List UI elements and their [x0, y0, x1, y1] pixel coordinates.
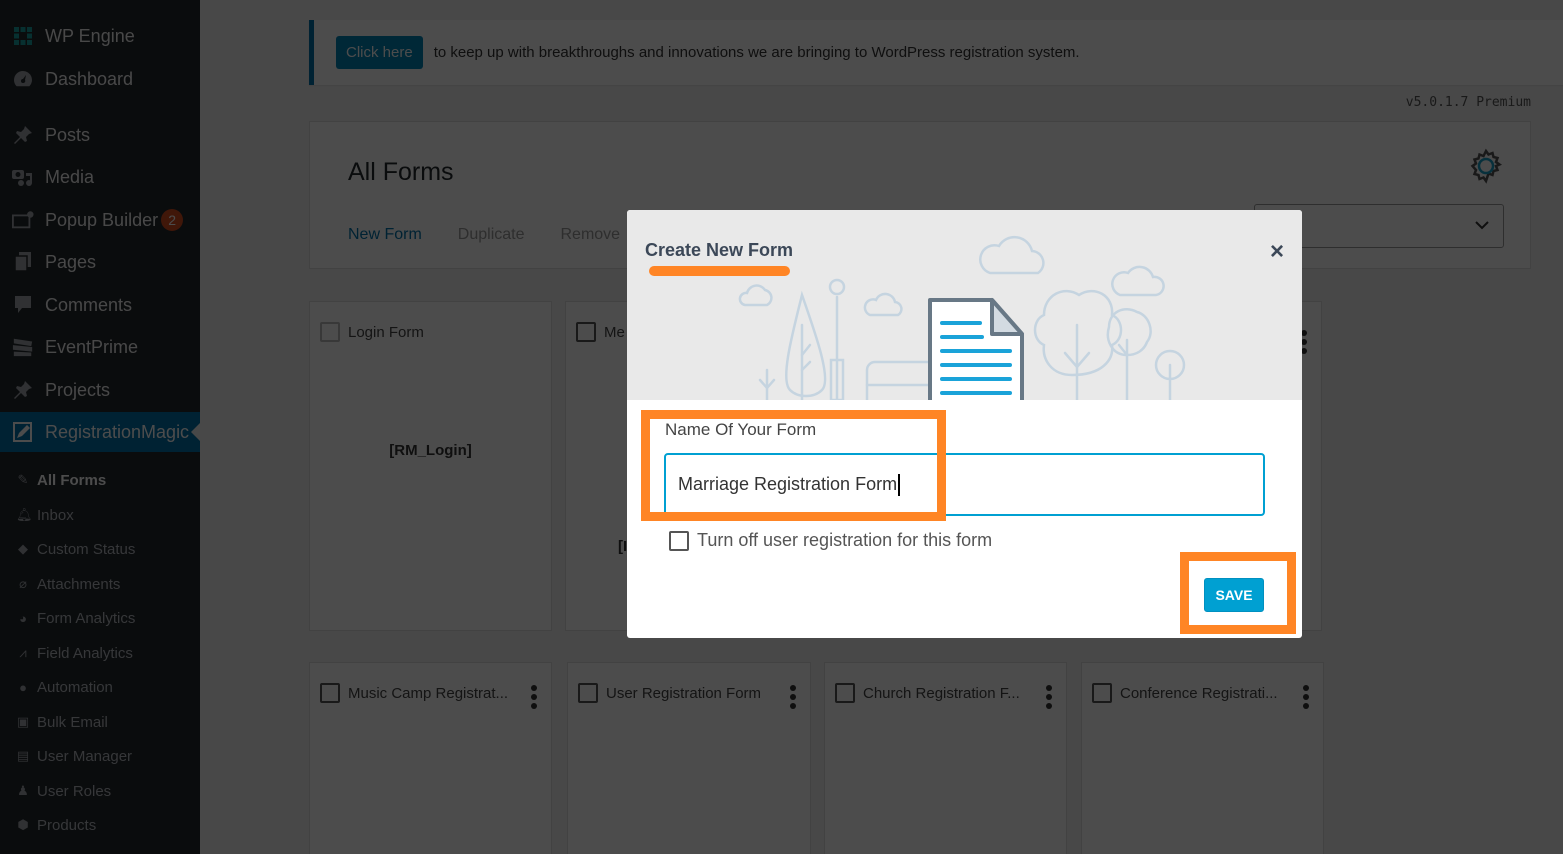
highlight-box-form-name [641, 410, 946, 521]
turn-off-registration-checkbox[interactable] [669, 530, 689, 551]
close-icon[interactable]: × [1270, 238, 1284, 266]
turn-off-registration-option[interactable]: Turn off user registration for this form [669, 530, 992, 551]
modal-header: Create New Form × [627, 210, 1302, 400]
turn-off-registration-label: Turn off user registration for this form [697, 530, 993, 550]
modal-title: Create New Form [645, 240, 794, 260]
title-underline [649, 266, 790, 276]
park-illustration-icon [738, 235, 1186, 400]
highlight-box-save [1180, 552, 1296, 634]
